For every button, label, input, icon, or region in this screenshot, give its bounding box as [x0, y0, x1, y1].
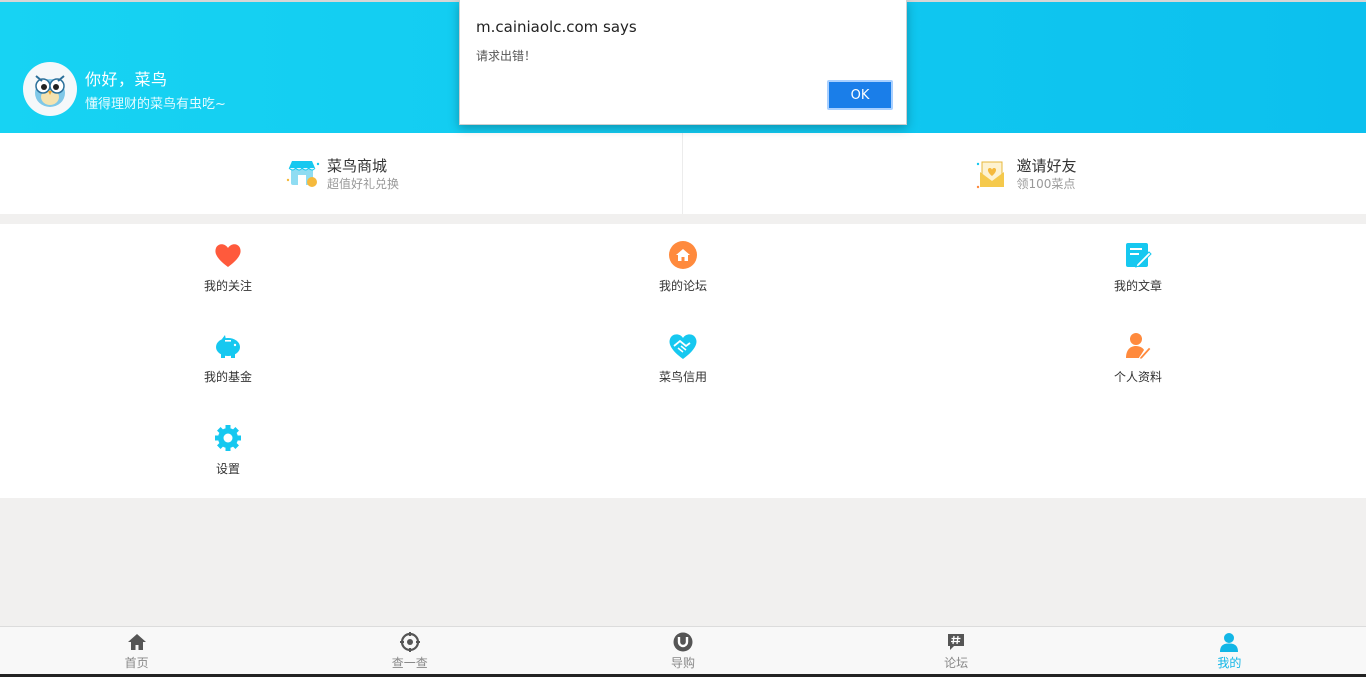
tab-label: 论坛: [944, 656, 969, 670]
user-edit-icon: [1126, 333, 1152, 360]
quick-link-title: 邀请好友: [1016, 156, 1077, 175]
edit-article-icon: [1126, 243, 1152, 268]
dialog-message: 请求出错！: [476, 49, 537, 63]
grid-item-credit[interactable]: 菜鸟信用: [623, 315, 743, 385]
grid-item-label: 菜鸟信用: [658, 370, 707, 384]
grid-item-label: 我的关注: [203, 279, 252, 293]
owl-mascot-icon: [35, 75, 65, 107]
shop-icon: [286, 160, 320, 187]
grid-item-settings[interactable]: 设置: [168, 407, 288, 477]
grid-item-fund[interactable]: 我的基金: [168, 315, 288, 385]
grid-item-follow[interactable]: 我的关注: [168, 224, 288, 294]
feature-grid: 我的关注 我的论坛 我的文章 我的基金 菜鸟信用 个人资料 设置: [0, 224, 1366, 498]
greeting-text: 你好，菜鸟: [85, 70, 168, 89]
quick-link-title: 菜鸟商城: [326, 156, 387, 175]
ok-button[interactable]: OK: [827, 80, 893, 110]
avatar[interactable]: [23, 62, 77, 116]
quick-link-subtitle: 领100菜点: [1016, 176, 1076, 191]
gear-icon: [215, 425, 241, 451]
home-icon: [669, 241, 697, 269]
grid-item-label: 个人资料: [1113, 370, 1162, 384]
grid-item-articles[interactable]: 我的文章: [1078, 224, 1198, 294]
quick-link-shop[interactable]: 菜鸟商城 超值好礼兑换: [0, 133, 683, 214]
tab-mine[interactable]: 我的: [1093, 627, 1366, 677]
alert-dialog: m.cainiaolc.com says 请求出错！ OK: [459, 0, 907, 125]
heart-icon: [215, 244, 241, 267]
motto-text: 懂得理财的菜鸟有虫吃~: [85, 97, 226, 112]
hash-chat-icon: [948, 634, 965, 650]
quick-link-subtitle: 超值好礼兑换: [326, 176, 399, 191]
handshake-icon: [669, 334, 697, 359]
tab-forum[interactable]: 论坛: [820, 627, 1093, 677]
piggy-bank-icon: [216, 335, 240, 358]
tab-home[interactable]: 首页: [0, 627, 273, 677]
grid-item-label: 设置: [215, 462, 240, 476]
grid-item-label: 我的文章: [1113, 279, 1162, 293]
tab-lookup[interactable]: 查一查: [273, 627, 546, 677]
tab-label: 首页: [124, 656, 149, 670]
tab-label: 我的: [1217, 656, 1242, 670]
bottom-tab-bar: 首页 查一查 导购 论坛 我的: [0, 626, 1366, 677]
grid-item-profile[interactable]: 个人资料: [1078, 315, 1198, 385]
grid-item-label: 我的论坛: [658, 279, 707, 293]
grid-item-forum[interactable]: 我的论坛: [623, 224, 743, 294]
home-icon: [127, 634, 146, 650]
user-icon: [1220, 633, 1239, 652]
quick-link-invite[interactable]: 邀请好友 领100菜点: [683, 133, 1366, 214]
tab-label: 查一查: [391, 656, 428, 670]
dialog-title: m.cainiaolc.com says: [476, 18, 637, 36]
target-icon: [399, 632, 420, 652]
quick-links: 菜鸟商城 超值好礼兑换 邀请好友 领100菜点: [0, 133, 1366, 214]
tab-label: 导购: [670, 656, 695, 670]
invite-envelope-icon: [977, 161, 1005, 188]
grid-item-label: 我的基金: [203, 370, 252, 384]
magnet-icon: [673, 632, 693, 652]
tab-guide[interactable]: 导购: [546, 627, 819, 677]
